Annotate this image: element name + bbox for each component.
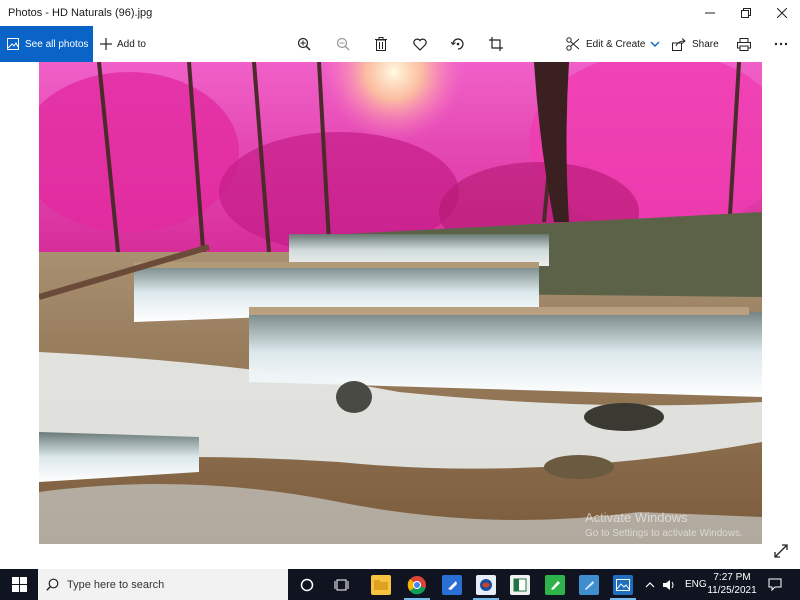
- more-icon: [774, 42, 788, 46]
- taskbar-chrome[interactable]: [400, 569, 434, 600]
- taskbar-app-calc[interactable]: [503, 569, 537, 600]
- see-all-photos-label: See all photos: [25, 38, 89, 50]
- taskbar-app-green[interactable]: [538, 569, 572, 600]
- show-hidden-icons[interactable]: [645, 569, 655, 600]
- watermark-subtitle: Go to Settings to activate Windows.: [585, 528, 743, 539]
- taskbar-search[interactable]: Type here to search: [38, 569, 288, 600]
- edit-create-label: Edit & Create: [586, 38, 646, 50]
- app-blue-icon: [442, 574, 462, 595]
- photos-app-icon: [613, 574, 633, 595]
- printer-icon: [737, 37, 751, 51]
- trash-icon: [375, 37, 387, 51]
- photos-icon: [7, 38, 19, 50]
- notification-icon: [768, 578, 782, 591]
- favorite-button[interactable]: [406, 26, 434, 62]
- volume-button[interactable]: [662, 569, 676, 600]
- taskbar-app-note[interactable]: [572, 569, 606, 600]
- window-controls: [692, 0, 800, 26]
- clock[interactable]: 7:27 PM 11/25/2021: [704, 571, 760, 597]
- waterfall-image: [39, 62, 762, 544]
- zoom-in-icon: [297, 37, 311, 51]
- crop-button[interactable]: [482, 26, 510, 62]
- cortana-icon: [300, 578, 314, 591]
- minimize-icon: [705, 12, 715, 14]
- close-button[interactable]: [764, 0, 800, 26]
- cortana-button[interactable]: [290, 569, 324, 600]
- clock-date: 11/25/2021: [707, 585, 757, 596]
- speaker-icon: [663, 579, 674, 590]
- full-screen-button[interactable]: [770, 540, 792, 562]
- restore-icon: [741, 8, 751, 18]
- heart-icon: [413, 38, 427, 51]
- zoom-out-button[interactable]: [329, 26, 357, 62]
- close-icon: [777, 8, 787, 18]
- print-button[interactable]: [730, 26, 758, 62]
- globe-app-icon: [476, 574, 496, 595]
- watermark-title: Activate Windows: [585, 510, 688, 525]
- zoom-in-button[interactable]: [290, 26, 318, 62]
- share-button[interactable]: Share: [672, 26, 719, 62]
- search-icon: [46, 578, 59, 591]
- share-label: Share: [692, 38, 719, 50]
- note-app-icon: [579, 574, 599, 595]
- share-icon: [672, 37, 686, 51]
- add-to-label: Add to: [117, 38, 146, 50]
- taskbar-file-explorer[interactable]: [364, 569, 398, 600]
- search-placeholder: Type here to search: [67, 578, 165, 591]
- task-view-icon: [334, 579, 349, 590]
- phone-app-icon: [545, 574, 565, 595]
- zoom-out-icon: [336, 37, 350, 51]
- plus-icon: [100, 38, 112, 50]
- edit-create-button[interactable]: Edit & Create: [566, 26, 660, 62]
- window-title: Photos - HD Naturals (96).jpg: [8, 7, 153, 19]
- title-bar: Photos - HD Naturals (96).jpg: [0, 0, 800, 26]
- restore-button[interactable]: [728, 0, 764, 26]
- chrome-icon: [407, 575, 426, 594]
- minimize-button[interactable]: [692, 0, 728, 26]
- chevron-up-icon: [645, 582, 655, 588]
- rotate-icon: [451, 38, 464, 50]
- taskbar-photos[interactable]: [606, 569, 640, 600]
- delete-button[interactable]: [367, 26, 395, 62]
- taskbar-app-globe[interactable]: [469, 569, 503, 600]
- toolbar: See all photos Add to Edit & Create Shar…: [0, 26, 800, 62]
- rotate-button[interactable]: [444, 26, 472, 62]
- expand-icon: [774, 544, 788, 558]
- taskbar-app-blue[interactable]: [435, 569, 469, 600]
- chevron-down-icon: [650, 41, 660, 47]
- start-button[interactable]: [0, 569, 38, 600]
- photo-viewer[interactable]: [39, 62, 762, 544]
- add-to-button[interactable]: Add to: [100, 26, 146, 62]
- notifications-button[interactable]: [768, 569, 782, 600]
- task-view-button[interactable]: [325, 569, 359, 600]
- edit-create-icon: [566, 37, 580, 51]
- spreadsheet-icon: [510, 574, 530, 595]
- activate-windows-watermark: Activate Windows Go to Settings to activ…: [585, 510, 743, 542]
- see-all-photos-button[interactable]: See all photos: [0, 26, 93, 62]
- clock-time: 7:27 PM: [713, 572, 751, 583]
- windows-logo-icon: [11, 577, 27, 592]
- crop-icon: [489, 37, 503, 51]
- taskbar: Type here to search ENG 7:27 PM 11/25/20…: [0, 569, 800, 600]
- folder-icon: [371, 574, 391, 595]
- more-options-button[interactable]: [767, 26, 795, 62]
